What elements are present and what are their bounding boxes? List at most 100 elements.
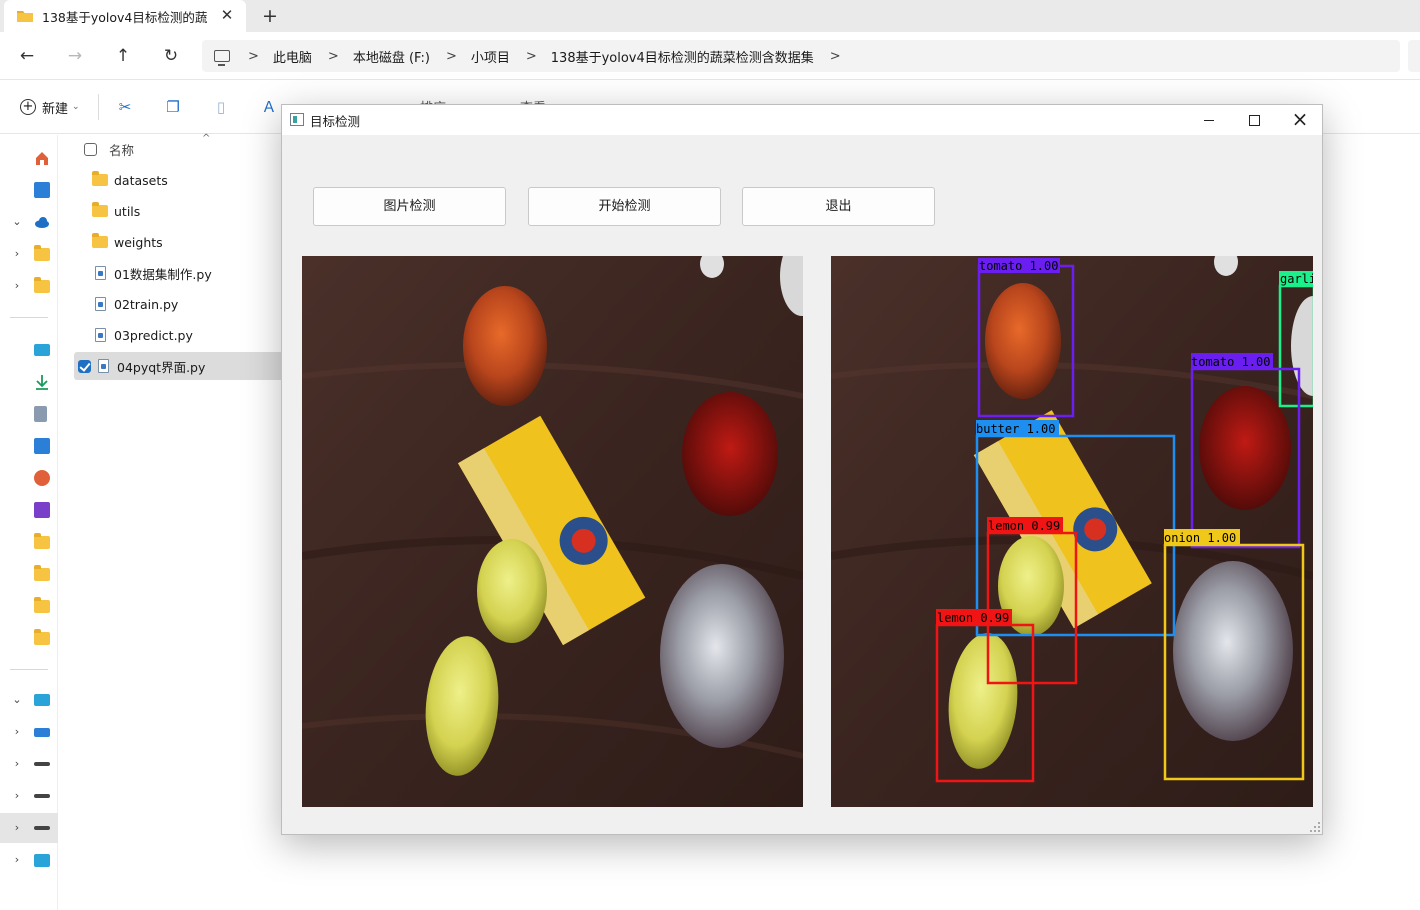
sidebar-item-home[interactable] bbox=[0, 143, 58, 173]
detection-label: onion 1.00 bbox=[1164, 531, 1236, 545]
resize-grip-icon[interactable] bbox=[1310, 822, 1320, 832]
detection-label: lemon 0.99 bbox=[988, 519, 1060, 533]
copy-icon[interactable]: ❐ bbox=[163, 97, 183, 117]
this-pc-icon bbox=[34, 694, 50, 706]
row-checkbox[interactable] bbox=[78, 359, 91, 373]
file-name: weights bbox=[114, 234, 163, 250]
sidebar-item-gallery[interactable] bbox=[0, 175, 58, 205]
refresh-icon[interactable]: ↻ bbox=[159, 44, 183, 68]
image-detect-button[interactable]: 图片检测 bbox=[313, 187, 506, 226]
breadcrumb-separator[interactable]: > bbox=[830, 49, 841, 64]
python-file-icon bbox=[95, 328, 106, 342]
detection-label: garlic bbox=[1280, 272, 1313, 286]
breadcrumb-current-folder[interactable]: 138基于yolov4目标检测的蔬菜检测含数据集 bbox=[551, 47, 814, 66]
sidebar-item-desktop[interactable] bbox=[0, 335, 58, 365]
folder-icon bbox=[34, 597, 50, 613]
chevron-down-icon[interactable]: ⌄ bbox=[11, 693, 23, 706]
file-row[interactable]: 01数据集制作.py bbox=[74, 259, 284, 287]
breadcrumb-this-pc[interactable]: 此电脑 bbox=[273, 47, 312, 66]
navigation-pane: ⌄ › › ⌄ › › › › › bbox=[0, 135, 58, 910]
python-file-icon bbox=[95, 297, 106, 311]
chevron-down-icon[interactable]: ⌄ bbox=[11, 215, 23, 228]
chevron-right-icon[interactable]: › bbox=[11, 279, 23, 292]
sidebar-item-drive[interactable]: › bbox=[0, 717, 58, 747]
sidebar-item-folder[interactable]: › bbox=[0, 271, 58, 301]
chevron-right-icon[interactable]: › bbox=[11, 853, 23, 866]
documents-icon bbox=[34, 406, 47, 422]
sidebar-divider bbox=[10, 317, 48, 318]
exit-button[interactable]: 退出 bbox=[742, 187, 935, 226]
breadcrumb-separator: > bbox=[445, 48, 457, 64]
chevron-right-icon[interactable]: › bbox=[11, 725, 23, 738]
sidebar-item-folder[interactable] bbox=[0, 591, 58, 621]
start-detect-button[interactable]: 开始检测 bbox=[528, 187, 721, 226]
sidebar-item-documents[interactable] bbox=[0, 399, 58, 429]
command-separator bbox=[98, 94, 99, 120]
breadcrumb-separator: > bbox=[525, 48, 537, 64]
new-button-label: 新建 bbox=[42, 101, 69, 117]
file-name: datasets bbox=[114, 172, 168, 188]
breadcrumb-drive[interactable]: 本地磁盘 (F:) bbox=[353, 47, 430, 66]
sidebar-item-downloads[interactable] bbox=[0, 367, 58, 397]
file-row[interactable]: weights bbox=[74, 228, 284, 256]
sidebar-item-network[interactable]: › bbox=[0, 845, 58, 875]
close-tab-icon[interactable]: ✕ bbox=[220, 8, 234, 23]
file-row[interactable]: 03predict.py bbox=[74, 321, 284, 349]
original-photo bbox=[302, 256, 803, 807]
file-row-selected[interactable]: 04pyqt界面.py bbox=[74, 352, 284, 380]
forward-arrow-icon[interactable]: → bbox=[63, 44, 87, 68]
chevron-right-icon[interactable]: › bbox=[11, 821, 23, 834]
name-column-header[interactable]: 名称 bbox=[109, 140, 134, 159]
folder-icon bbox=[34, 277, 50, 293]
videos-icon bbox=[34, 502, 50, 518]
folder-icon bbox=[34, 565, 50, 581]
sidebar-item-videos[interactable] bbox=[0, 495, 58, 525]
sidebar-item-folder[interactable]: › bbox=[0, 239, 58, 269]
sidebar-item-drive[interactable]: › bbox=[0, 749, 58, 779]
sidebar-item-onedrive[interactable]: ⌄ bbox=[0, 207, 58, 237]
drive-icon bbox=[34, 794, 50, 798]
sidebar-item-drive[interactable]: › bbox=[0, 781, 58, 811]
sidebar-item-music[interactable] bbox=[0, 463, 58, 493]
address-bar[interactable]: > 此电脑 > 本地磁盘 (F:) > 小项目 > 138基于yolov4目标检… bbox=[202, 40, 1400, 72]
rename-icon[interactable]: Ａ bbox=[259, 97, 279, 117]
folder-icon bbox=[92, 233, 108, 248]
sidebar-item-pictures[interactable] bbox=[0, 431, 58, 461]
sidebar-item-drive-selected[interactable]: › bbox=[0, 813, 58, 843]
detection-label: lemon 0.99 bbox=[937, 611, 1009, 625]
onedrive-icon bbox=[35, 217, 49, 228]
breadcrumb-subfolder[interactable]: 小项目 bbox=[471, 47, 510, 66]
python-file-icon bbox=[95, 266, 106, 280]
maximize-icon[interactable] bbox=[1231, 105, 1277, 135]
window-titlebar[interactable]: 目标检测 × bbox=[282, 105, 1322, 135]
file-name: 01数据集制作.py bbox=[114, 266, 212, 282]
sidebar-item-folder[interactable] bbox=[0, 623, 58, 653]
chevron-right-icon[interactable]: › bbox=[11, 247, 23, 260]
select-all-checkbox[interactable] bbox=[84, 142, 97, 156]
pictures-icon bbox=[34, 438, 50, 454]
file-row[interactable]: datasets bbox=[74, 166, 284, 194]
drive-icon bbox=[34, 728, 50, 737]
new-button[interactable]: + 新建 ⌄ bbox=[20, 97, 80, 117]
file-row[interactable]: utils bbox=[74, 197, 284, 225]
minimize-icon[interactable] bbox=[1186, 105, 1232, 135]
chevron-right-icon[interactable]: › bbox=[11, 757, 23, 770]
sidebar-item-this-pc[interactable]: ⌄ bbox=[0, 685, 58, 715]
cut-icon[interactable]: ✂ bbox=[115, 97, 135, 117]
explorer-tab[interactable]: 138基于yolov4目标检测的蔬菜 ✕ bbox=[4, 0, 246, 32]
file-row[interactable]: 02train.py bbox=[74, 290, 284, 318]
detection-label: butter 1.00 bbox=[976, 422, 1055, 436]
chevron-right-icon[interactable]: › bbox=[11, 789, 23, 802]
back-arrow-icon[interactable]: ← bbox=[15, 44, 39, 68]
detection-label: tomato 1.00 bbox=[1191, 355, 1270, 369]
file-list-header[interactable]: 名称 ^ bbox=[74, 133, 284, 163]
paste-icon[interactable]: ▯ bbox=[211, 97, 231, 117]
up-arrow-icon[interactable]: ↑ bbox=[111, 44, 135, 68]
detection-label: tomato 1.00 bbox=[979, 259, 1058, 273]
search-box[interactable] bbox=[1408, 40, 1420, 72]
plus-circle-icon: + bbox=[20, 99, 36, 115]
new-tab-icon[interactable]: + bbox=[260, 6, 280, 26]
sidebar-item-folder[interactable] bbox=[0, 559, 58, 589]
close-icon[interactable]: × bbox=[1277, 105, 1323, 135]
sidebar-item-folder[interactable] bbox=[0, 527, 58, 557]
